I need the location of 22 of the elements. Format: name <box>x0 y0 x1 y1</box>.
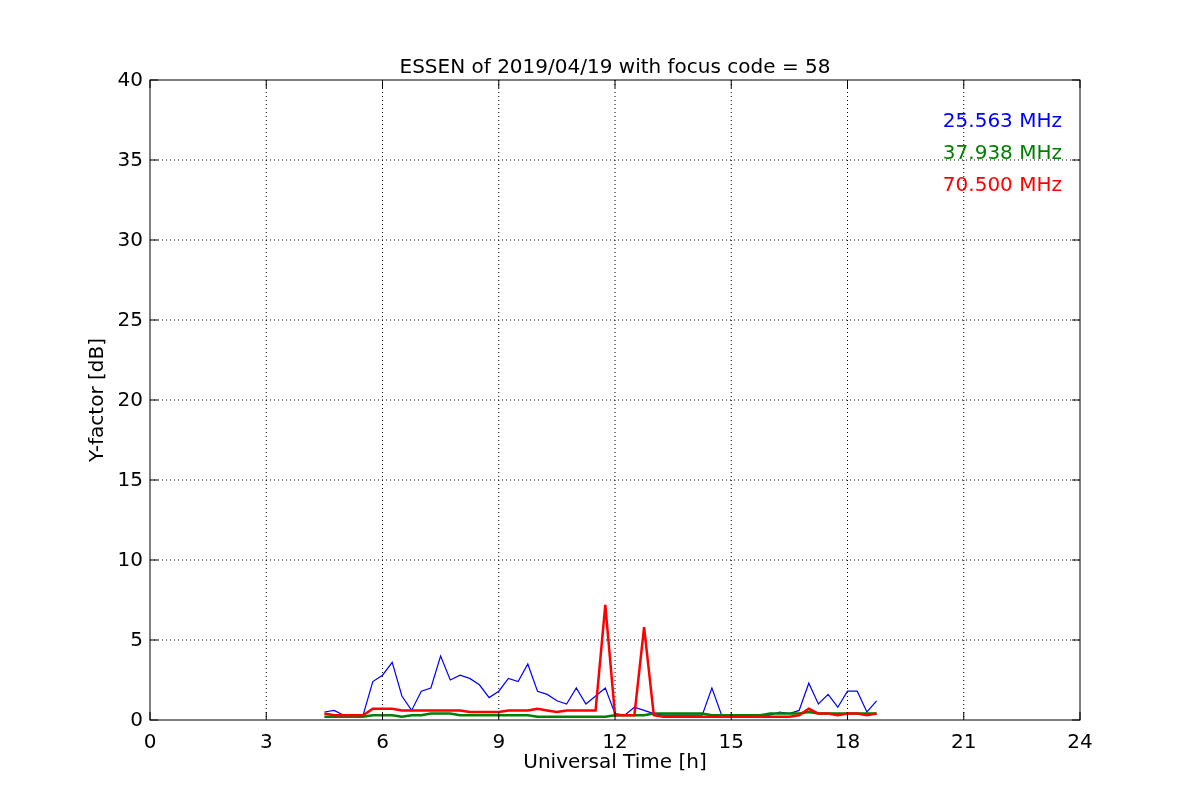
tick-label: 35 <box>117 146 143 171</box>
tick-label: 24 <box>1067 728 1093 753</box>
legend-label: 37.938 MHz <box>942 139 1062 164</box>
chart-title: ESSEN of 2019/04/19 with focus code = 58 <box>399 53 831 78</box>
tick-label: 9 <box>492 728 506 753</box>
tick-label: 3 <box>259 728 273 753</box>
legend-label: 25.563 MHz <box>942 107 1062 132</box>
tick-label: 25 <box>117 306 143 331</box>
tick-label: 21 <box>951 728 977 753</box>
axis-label: Y-factor [dB] <box>83 338 108 462</box>
tick-label: 0 <box>143 728 157 753</box>
tick-label: 30 <box>117 226 143 251</box>
tick-label: 18 <box>834 728 861 753</box>
tick-label: 6 <box>376 728 389 753</box>
tick-label: 0 <box>130 706 143 731</box>
tick-label: 10 <box>117 546 143 571</box>
tick-label: 15 <box>117 466 143 491</box>
tick-label: 15 <box>718 728 744 753</box>
tick-label: 40 <box>117 66 143 91</box>
tick-label: 5 <box>130 626 143 651</box>
legend-label: 70.500 MHz <box>942 171 1062 196</box>
tick-label: 20 <box>117 386 143 411</box>
